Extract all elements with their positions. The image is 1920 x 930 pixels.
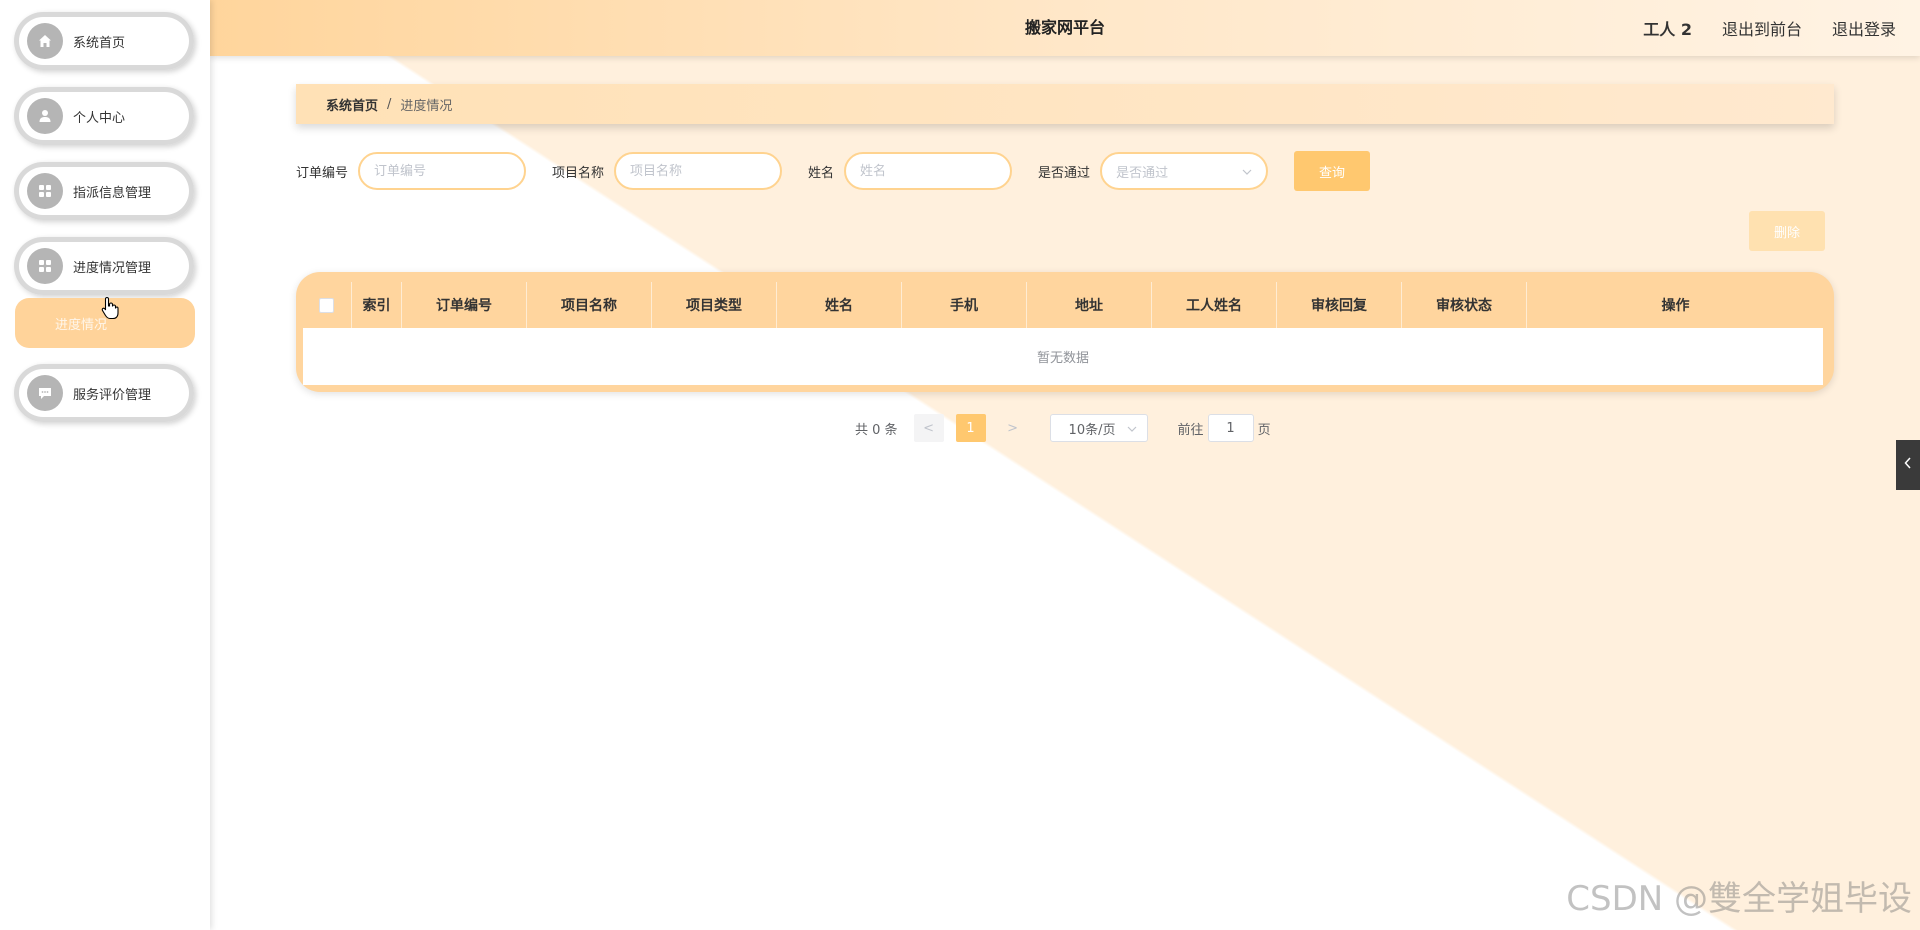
breadcrumb: 系统首页 / 进度情况	[296, 84, 1834, 124]
column-header[interactable]: 姓名	[777, 282, 902, 328]
sidebar-item-progress[interactable]: 进度情况管理	[14, 237, 194, 295]
header-actions: 工人 2 退出到前台 退出登录	[1643, 0, 1896, 56]
empty-text: 暂无数据	[1036, 351, 1089, 366]
top-header: 搬家网平台 工人 2 退出到前台 退出登录	[210, 0, 1920, 56]
sidebar-item-label: 系统首页	[73, 35, 126, 51]
sidebar-item-label: 指派信息管理	[73, 185, 152, 201]
sidebar-subitem-label: 进度情况	[55, 317, 108, 333]
chevron-down-icon	[1242, 164, 1252, 179]
order-no-label: 订单编号	[296, 165, 349, 181]
chat-icon	[27, 375, 63, 411]
pagination: 共 0 条 < 1 > 10条/页 前往 页	[855, 414, 1271, 442]
column-header[interactable]: 工人姓名	[1152, 282, 1277, 328]
project-name-label: 项目名称	[552, 165, 605, 181]
page-size-value: 10条/页	[1068, 422, 1116, 438]
column-header[interactable]: 项目类型	[652, 282, 777, 328]
sidebar-item-home[interactable]: 系统首页	[14, 12, 194, 70]
name-label: 姓名	[808, 165, 835, 181]
column-header[interactable]: 地址	[1027, 282, 1152, 328]
column-header[interactable]: 审核回复	[1277, 282, 1402, 328]
grid-icon	[27, 248, 63, 284]
approved-select[interactable]: 是否通过	[1100, 152, 1269, 190]
order-no-input[interactable]	[358, 152, 527, 190]
search-form: 订单编号 项目名称 姓名 是否通过 是否通过 查询	[296, 150, 1371, 192]
page-number-button[interactable]: 1	[955, 414, 986, 442]
hand-cursor-icon	[101, 296, 119, 324]
page-size-select[interactable]: 10条/页	[1049, 414, 1148, 442]
breadcrumb-home[interactable]: 系统首页	[326, 95, 378, 114]
home-icon	[27, 23, 63, 59]
select-all-cell	[302, 282, 352, 328]
pagination-total: 共 0 条	[855, 422, 898, 438]
column-header[interactable]: 索引	[352, 282, 402, 328]
next-page-button[interactable]: >	[998, 414, 1028, 442]
sidebar-item-personal-center[interactable]: 个人中心	[14, 87, 194, 145]
breadcrumb-current: 进度情况	[400, 98, 453, 114]
column-header[interactable]: 手机	[902, 282, 1027, 328]
column-header[interactable]: 审核状态	[1402, 282, 1527, 328]
goto-page-input[interactable]	[1207, 414, 1254, 442]
current-user: 工人 2	[1643, 20, 1692, 39]
chevron-left-icon	[1904, 457, 1912, 473]
chevron-down-icon	[1127, 421, 1137, 436]
sidebar-item-label: 个人中心	[73, 110, 126, 126]
column-header[interactable]: 订单编号	[402, 282, 527, 328]
select-all-checkbox[interactable]	[319, 297, 334, 313]
page-suffix: 页	[1257, 422, 1271, 438]
data-table: 索引 订单编号 项目名称 项目类型 姓名 手机 地址 工人姓名 审核回复 审核状…	[296, 272, 1834, 392]
logout-link[interactable]: 退出登录	[1832, 16, 1896, 40]
table-header: 索引 订单编号 项目名称 项目类型 姓名 手机 地址 工人姓名 审核回复 审核状…	[302, 282, 1824, 328]
column-header[interactable]: 操作	[1527, 282, 1824, 328]
column-header[interactable]: 项目名称	[527, 282, 652, 328]
sidebar-item-assignment[interactable]: 指派信息管理	[14, 162, 194, 220]
name-input[interactable]	[844, 152, 1013, 190]
sidebar-item-service-review[interactable]: 服务评价管理	[14, 364, 194, 422]
sidebar-item-label: 服务评价管理	[73, 387, 152, 403]
sidebar: 系统首页 个人中心 指派信息管理 进度情况管理 进度情况 服务评价管理	[0, 0, 210, 930]
collapse-tab[interactable]	[1896, 440, 1920, 490]
sidebar-item-label: 进度情况管理	[73, 260, 152, 276]
approved-label: 是否通过	[1038, 165, 1091, 181]
prev-page-button[interactable]: <	[913, 414, 944, 442]
project-name-input[interactable]	[614, 152, 783, 190]
query-button[interactable]: 查询	[1294, 151, 1371, 191]
breadcrumb-separator: /	[387, 96, 392, 112]
table-body: 暂无数据	[303, 328, 1823, 385]
goto-label: 前往	[1177, 422, 1204, 438]
approved-select-placeholder: 是否通过	[1116, 165, 1169, 181]
delete-button[interactable]: 删除	[1749, 211, 1825, 251]
back-to-front-link[interactable]: 退出到前台	[1722, 16, 1802, 40]
user-icon	[27, 98, 63, 134]
grid-icon	[27, 173, 63, 209]
watermark: CSDN @雙全学姐毕设	[1566, 879, 1912, 919]
